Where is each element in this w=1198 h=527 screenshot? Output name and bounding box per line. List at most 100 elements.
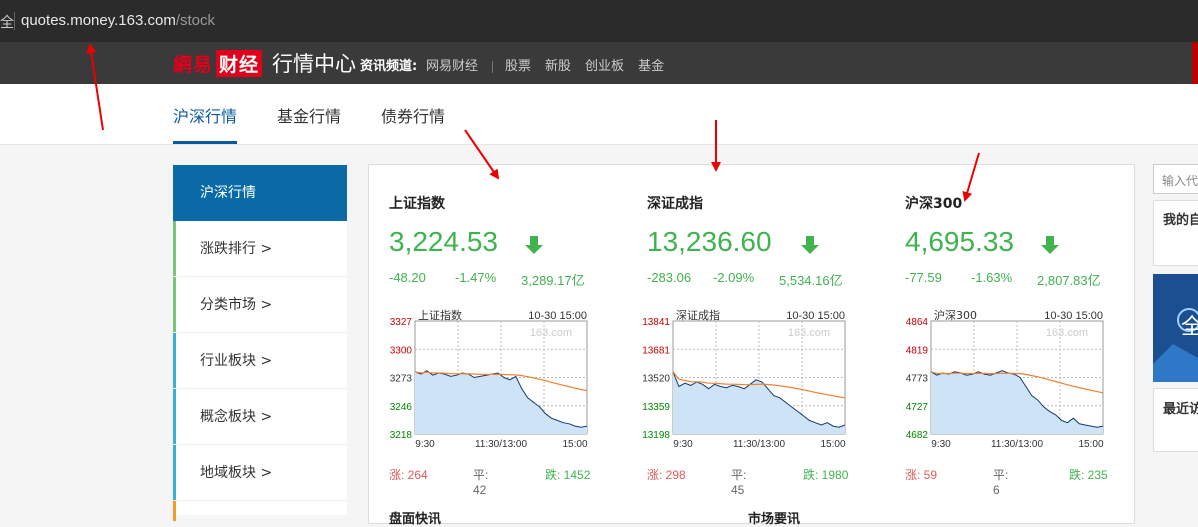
sidebar-item-region[interactable]: 地域板块 > <box>173 445 347 501</box>
down-arrow-icon <box>801 236 819 254</box>
y-tick-label: 13681 <box>643 345 670 356</box>
unchanged-count: 平: 42 <box>473 468 489 497</box>
down-arrow-icon <box>1041 236 1059 254</box>
section-heading-flash: 盘面快讯 <box>389 512 442 527</box>
y-tick-label: 3218 <box>390 430 413 441</box>
index-name-sz[interactable]: 深证成指 <box>647 193 703 213</box>
url-path: /stock <box>175 12 215 29</box>
advancers-count: 涨: 59 <box>905 468 938 482</box>
sidebar-item-label: 涨跌排行 > <box>200 241 273 257</box>
down-arrow-icon <box>525 236 543 254</box>
ad-banner[interactable]: 全 <box>1153 274 1198 382</box>
sidebar-item-label: 地域板块 > <box>200 465 273 481</box>
chart-watermark: 163.com <box>788 327 830 339</box>
nav-link-ipo[interactable]: 新股 <box>545 59 571 74</box>
index-value-sh: 3,224.53 <box>389 226 498 257</box>
chart-time: 10-30 15:00 <box>528 310 587 322</box>
nav-link-stocks[interactable]: 股票 <box>505 59 531 74</box>
sidebar-item-concept[interactable]: 概念板块 > <box>173 389 347 445</box>
header-edge-stripe <box>1192 42 1198 84</box>
lock-icon: 全 <box>0 15 14 31</box>
x-tick-label: 11:30/13:00 <box>475 439 528 450</box>
tab-bond-market[interactable]: 债券行情 <box>381 103 445 127</box>
chart-title: 深证成指 <box>676 308 720 322</box>
intraday-chart-sh[interactable]: 3327 3300 3273 3246 32189:30 11:30/13:00 15:00… <box>385 305 595 450</box>
advancers-count: 涨: 264 <box>389 468 428 482</box>
recent-visits-title: 最近访问 <box>1163 402 1198 417</box>
ad-text: 全 <box>1181 315 1198 340</box>
section-heading-news: 市场要讯 <box>748 512 801 527</box>
nav-link-gem[interactable]: 创业板 <box>585 59 624 74</box>
chart-time: 10-30 15:00 <box>1044 310 1103 322</box>
chart-title: 上证指数 <box>418 308 462 322</box>
index-amount-sz: 5,534.16亿 <box>779 273 843 288</box>
site-title[interactable]: 行情中心 <box>272 48 356 78</box>
sidebar-color-bar <box>173 445 176 500</box>
browser-address-bar[interactable]: 全 quotes.money.163.com/stock <box>0 0 1198 42</box>
y-tick-label: 13520 <box>643 374 670 385</box>
sidebar-color-bar <box>173 501 176 521</box>
y-tick-label: 4773 <box>906 374 929 385</box>
stock-search-input[interactable]: 输入代码 <box>1153 164 1198 194</box>
active-tab-indicator <box>173 141 237 144</box>
sidebar-item-label: 分类市场 > <box>200 297 273 313</box>
sidebar-item-category[interactable]: 分类市场 > <box>173 277 347 333</box>
index-pct-hs300: -1.63% <box>971 270 1013 285</box>
ad-graphic-icon: 全 <box>1153 274 1198 382</box>
tab-hs-market[interactable]: 沪深行情 <box>173 103 237 127</box>
x-tick-label: 15:00 <box>820 439 845 450</box>
sidebar: 沪深行情 涨跌排行 > 分类市场 > 行业板块 > 概念板块 > 地域板块 > <box>173 165 347 521</box>
nav-link-163-finance[interactable]: 网易财经 <box>426 59 478 74</box>
netease-logo[interactable]: 網易 财经 <box>173 50 263 77</box>
advancers-count: 涨: 298 <box>647 468 686 482</box>
index-pct-sh: -1.47% <box>455 270 497 285</box>
index-amount-sh: 3,289.17亿 <box>521 273 585 288</box>
sidebar-item-label: 概念板块 > <box>200 409 273 425</box>
index-pct-sz: -2.09% <box>713 270 755 285</box>
logo-box: 财经 <box>216 50 263 77</box>
chart-watermark: 163.com <box>530 327 572 339</box>
index-value-sz: 13,236.60 <box>647 226 772 257</box>
y-tick-label: 13841 <box>643 317 670 328</box>
y-tick-label: 3246 <box>390 402 413 413</box>
chart-time: 10-30 15:00 <box>786 310 845 322</box>
index-change-sh: -48.20 <box>389 270 426 285</box>
x-tick-label: 11:30/13:00 <box>733 439 786 450</box>
breadth-stats-hs300: 涨: 59 平: 6 跌: 235 <box>905 466 1108 497</box>
index-change-hs300: -77.59 <box>905 270 942 285</box>
channel-links: 网易财经 股票 新股 创业板 基金 <box>426 55 678 74</box>
nav-link-funds[interactable]: 基金 <box>638 59 664 74</box>
sidebar-color-bar <box>173 333 176 388</box>
sidebar-item-label: 沪深行情 <box>200 185 256 201</box>
breadth-stats-sh: 涨: 264 平: 42 跌: 1452 <box>389 466 590 497</box>
x-tick-label: 9:30 <box>673 439 693 450</box>
sidebar-item-hs-market[interactable]: 沪深行情 <box>173 165 347 221</box>
index-name-hs300[interactable]: 沪深300 <box>905 193 962 213</box>
logo-text: 網易 <box>173 54 214 76</box>
x-tick-label: 15:00 <box>1078 439 1103 450</box>
index-name-sh[interactable]: 上证指数 <box>389 193 445 213</box>
sidebar-item-ranking[interactable]: 涨跌排行 > <box>173 221 347 277</box>
my-watchlist-title: 我的自选 <box>1163 213 1198 228</box>
y-tick-label: 3273 <box>390 374 413 385</box>
x-tick-label: 11:30/13:00 <box>991 439 1044 450</box>
y-tick-label: 13198 <box>643 430 670 441</box>
x-tick-label: 9:30 <box>931 439 951 450</box>
sidebar-item-label: 行业板块 > <box>200 353 273 369</box>
intraday-chart-hs300[interactable]: 4864 4819 4773 4727 46829:30 11:30/13:00 15:00… <box>901 305 1111 450</box>
decliners-count: 跌: 235 <box>1069 468 1108 482</box>
unchanged-count: 平: 6 <box>993 468 1009 497</box>
y-tick-label: 13359 <box>643 402 670 413</box>
tab-fund-market[interactable]: 基金行情 <box>277 103 341 127</box>
sidebar-color-bar <box>173 277 176 332</box>
y-tick-label: 4682 <box>906 430 929 441</box>
sidebar-item-industry[interactable]: 行业板块 > <box>173 333 347 389</box>
url-divider <box>14 12 15 30</box>
index-amount-hs300: 2,807.83亿 <box>1037 273 1101 288</box>
intraday-chart-sz[interactable]: 13841 13681 13520 13359 131989:30 11:30/13:00… <box>643 305 853 450</box>
breadth-stats-sz: 涨: 298 平: 45 跌: 1980 <box>647 466 848 497</box>
url-text[interactable]: quotes.money.163.com/stock <box>21 12 215 29</box>
y-tick-label: 4864 <box>906 317 929 328</box>
y-tick-label: 3327 <box>390 317 413 328</box>
chart-watermark: 163.com <box>1046 327 1088 339</box>
